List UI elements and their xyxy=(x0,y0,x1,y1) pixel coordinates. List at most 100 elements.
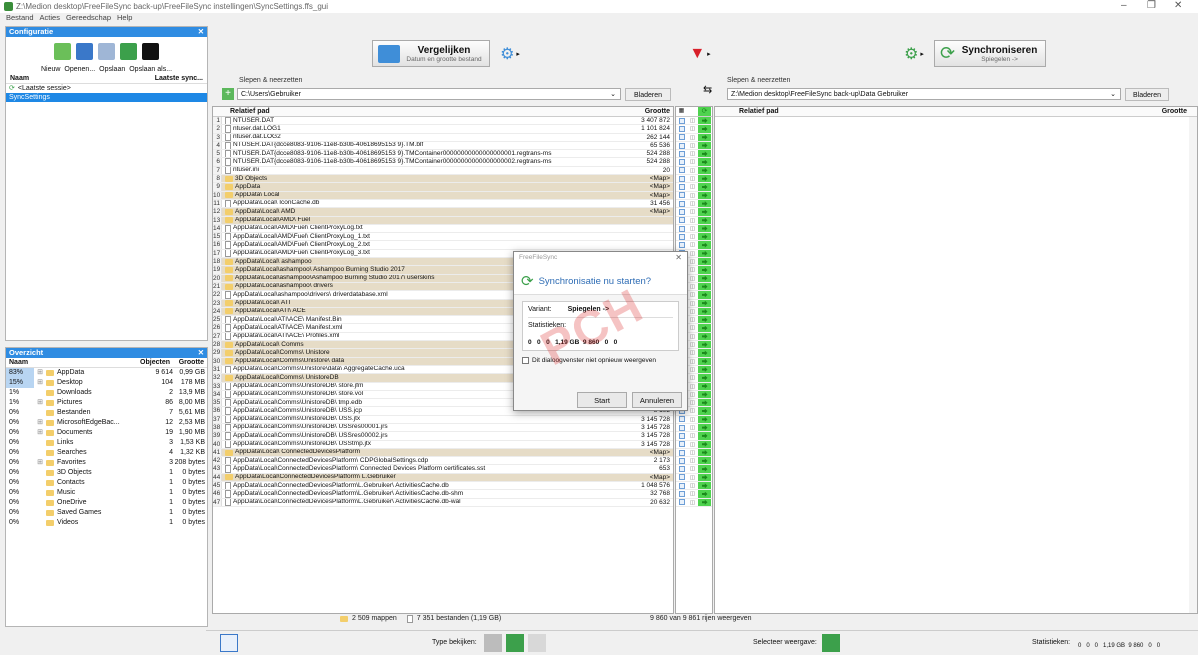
col-size[interactable]: Grootte xyxy=(170,359,204,366)
include-checkbox[interactable] xyxy=(676,457,687,464)
checkbox-box[interactable] xyxy=(678,225,685,232)
checkbox-box[interactable] xyxy=(678,457,685,464)
col-size[interactable]: Grootte xyxy=(621,107,673,116)
include-checkbox[interactable] xyxy=(676,167,687,174)
checkbox-box[interactable] xyxy=(678,167,685,174)
checkbox-box[interactable] xyxy=(678,142,685,149)
sync-action-icon[interactable] xyxy=(698,141,711,150)
col-size[interactable]: Grootte xyxy=(1145,107,1197,116)
table-row[interactable]: 38 AppData\Local\Comms\UnistoreDB\ USSres… xyxy=(213,423,673,433)
table-row[interactable]: 2 ntuser.dat.LOG1 1 101 824 xyxy=(213,125,673,134)
include-checkbox[interactable] xyxy=(676,217,687,224)
add-folder-pair-icon[interactable]: + xyxy=(222,88,234,100)
sync-action-icon[interactable] xyxy=(698,258,711,266)
include-checkbox[interactable] xyxy=(676,499,687,506)
overview-row[interactable]: 0% Contacts 1 0 bytes xyxy=(6,478,207,488)
expand-icon[interactable]: ⊞ xyxy=(34,398,46,408)
sync-action-icon[interactable] xyxy=(698,473,711,482)
overview-row[interactable]: 0% ⊞ Favorites 3 208 bytes xyxy=(6,458,207,468)
table-row[interactable]: 3 ntuser.dat.LOG2 262 144 xyxy=(213,133,673,142)
sync-action-icon[interactable] xyxy=(698,324,711,332)
include-checkbox[interactable] xyxy=(676,225,687,232)
table-row[interactable]: 45 AppData\Local\ConnectedDevicesPlatform… xyxy=(213,482,673,491)
table-row[interactable]: 11 AppData\Local\ IconCache.db 31 456 xyxy=(213,199,673,209)
col-objects[interactable]: Objecten xyxy=(136,359,170,366)
checkbox-box[interactable] xyxy=(678,150,685,157)
sync-action-icon[interactable] xyxy=(698,457,711,465)
checkbox-box[interactable] xyxy=(678,432,685,439)
col-relative-path[interactable]: Relatief pad xyxy=(715,107,1145,116)
checkbox-box[interactable] xyxy=(678,175,685,182)
col-name[interactable]: Naam xyxy=(9,359,136,366)
table-row[interactable]: 6 NTUSER.DAT{dcce8083-9106-11e8-b30b-4061… xyxy=(213,158,673,167)
col-name[interactable]: Naam xyxy=(10,75,29,82)
table-row[interactable]: 12 AppData\Local\ AMD <Map> xyxy=(213,208,673,217)
close-icon[interactable]: ✕ xyxy=(198,348,204,358)
include-checkbox[interactable] xyxy=(676,200,687,207)
expand-icon[interactable] xyxy=(34,438,46,448)
synchronize-button[interactable]: ⟳ Synchroniseren Spiegelen -> xyxy=(934,40,1046,67)
overview-row[interactable]: 0% ⊞ Documents 19 1,90 MB xyxy=(6,428,207,438)
expand-icon[interactable] xyxy=(34,478,46,488)
sync-action-icon[interactable] xyxy=(698,191,711,199)
menu-help[interactable]: Help xyxy=(117,13,132,24)
sync-action-icon[interactable] xyxy=(698,332,711,341)
include-checkbox[interactable] xyxy=(676,125,687,132)
right-path-input[interactable]: Z:\Medion desktop\FreeFileSync back-up\D… xyxy=(727,88,1121,100)
sync-action-icon[interactable] xyxy=(698,133,711,141)
sync-action-icon[interactable] xyxy=(698,482,711,490)
sync-action-icon[interactable] xyxy=(698,291,711,299)
new-config-icon[interactable] xyxy=(54,43,71,60)
start-button[interactable]: Start xyxy=(577,392,627,408)
compare-button[interactable]: Vergelijken Datum en grootte bestand xyxy=(372,40,490,67)
include-checkbox[interactable] xyxy=(676,424,687,431)
include-checkbox[interactable] xyxy=(676,192,687,199)
table-row[interactable]: 42 AppData\Local\ConnectedDevicesPlatform… xyxy=(213,457,673,466)
include-checkbox[interactable] xyxy=(676,208,687,215)
config-item-syncsettings[interactable]: SyncSettings xyxy=(6,93,207,102)
expand-icon[interactable]: ⊞ xyxy=(34,458,46,468)
overview-row[interactable]: 0% Bestanden 7 5,61 MB xyxy=(6,408,207,418)
expand-icon[interactable] xyxy=(34,508,46,518)
checkbox-box[interactable] xyxy=(678,242,685,249)
expand-icon[interactable] xyxy=(34,408,46,418)
include-checkbox[interactable] xyxy=(676,482,687,489)
expand-icon[interactable] xyxy=(34,388,46,398)
expand-icon[interactable] xyxy=(34,518,46,528)
right-scrollbar[interactable] xyxy=(1189,117,1197,613)
close-icon[interactable]: ✕ xyxy=(198,27,204,37)
overview-row[interactable]: 0% Searches 4 1,32 KB xyxy=(6,448,207,458)
table-row[interactable]: 40 AppData\Local\Comms\UnistoreDB\ USStmp… xyxy=(213,440,673,449)
save-as-button[interactable]: Opslaan als... xyxy=(129,66,172,73)
checkbox-box[interactable] xyxy=(678,184,685,191)
overview-row[interactable]: 0% Saved Games 1 0 bytes xyxy=(6,508,207,518)
include-checkbox[interactable] xyxy=(676,158,687,166)
overview-row[interactable]: 0% 3D Objects 1 0 bytes xyxy=(6,468,207,478)
chevron-down-icon[interactable]: ⌄ xyxy=(1110,89,1116,100)
overview-row[interactable]: 0% ⊞ MicrosoftEdgeBac... 12 2,53 MB xyxy=(6,418,207,428)
include-checkbox[interactable] xyxy=(676,490,687,497)
view-type-sync-icon[interactable] xyxy=(506,634,524,652)
table-row[interactable]: 46 AppData\Local\ConnectedDevicesPlatform… xyxy=(213,490,673,499)
include-checkbox[interactable] xyxy=(676,142,687,149)
table-row[interactable]: 47 AppData\Local\ConnectedDevicesPlatform… xyxy=(213,498,673,507)
include-checkbox[interactable] xyxy=(676,465,687,473)
sync-action-icon[interactable] xyxy=(698,274,711,282)
checkbox-box[interactable] xyxy=(678,208,685,215)
table-row[interactable]: 41 AppData\Local\ ConnectedDevicesPlatfor… xyxy=(213,448,673,458)
sync-action-icon[interactable] xyxy=(698,341,711,349)
overview-row[interactable]: 0% Links 3 1,53 KB xyxy=(6,438,207,448)
sync-action-icon[interactable] xyxy=(698,407,711,415)
checkbox-box[interactable] xyxy=(678,482,685,489)
sync-header-icon[interactable]: ⟳ xyxy=(698,107,711,116)
checkbox-box[interactable] xyxy=(678,233,685,240)
checkbox-box[interactable] xyxy=(678,424,685,431)
checkbox-box[interactable] xyxy=(678,200,685,207)
table-row[interactable]: 1 NTUSER.DAT 3 407 872 xyxy=(213,117,673,126)
table-row[interactable]: 14 AppData\Local\AMD\Fuel\ ClientProxyLog… xyxy=(213,224,673,234)
sync-action-icon[interactable] xyxy=(698,150,711,158)
expand-icon[interactable] xyxy=(34,498,46,508)
sync-action-icon[interactable] xyxy=(698,166,711,175)
view-type-folder-icon[interactable] xyxy=(484,634,502,652)
table-row[interactable]: 37 AppData\Local\Comms\UnistoreDB\ USS.jt… xyxy=(213,415,673,424)
